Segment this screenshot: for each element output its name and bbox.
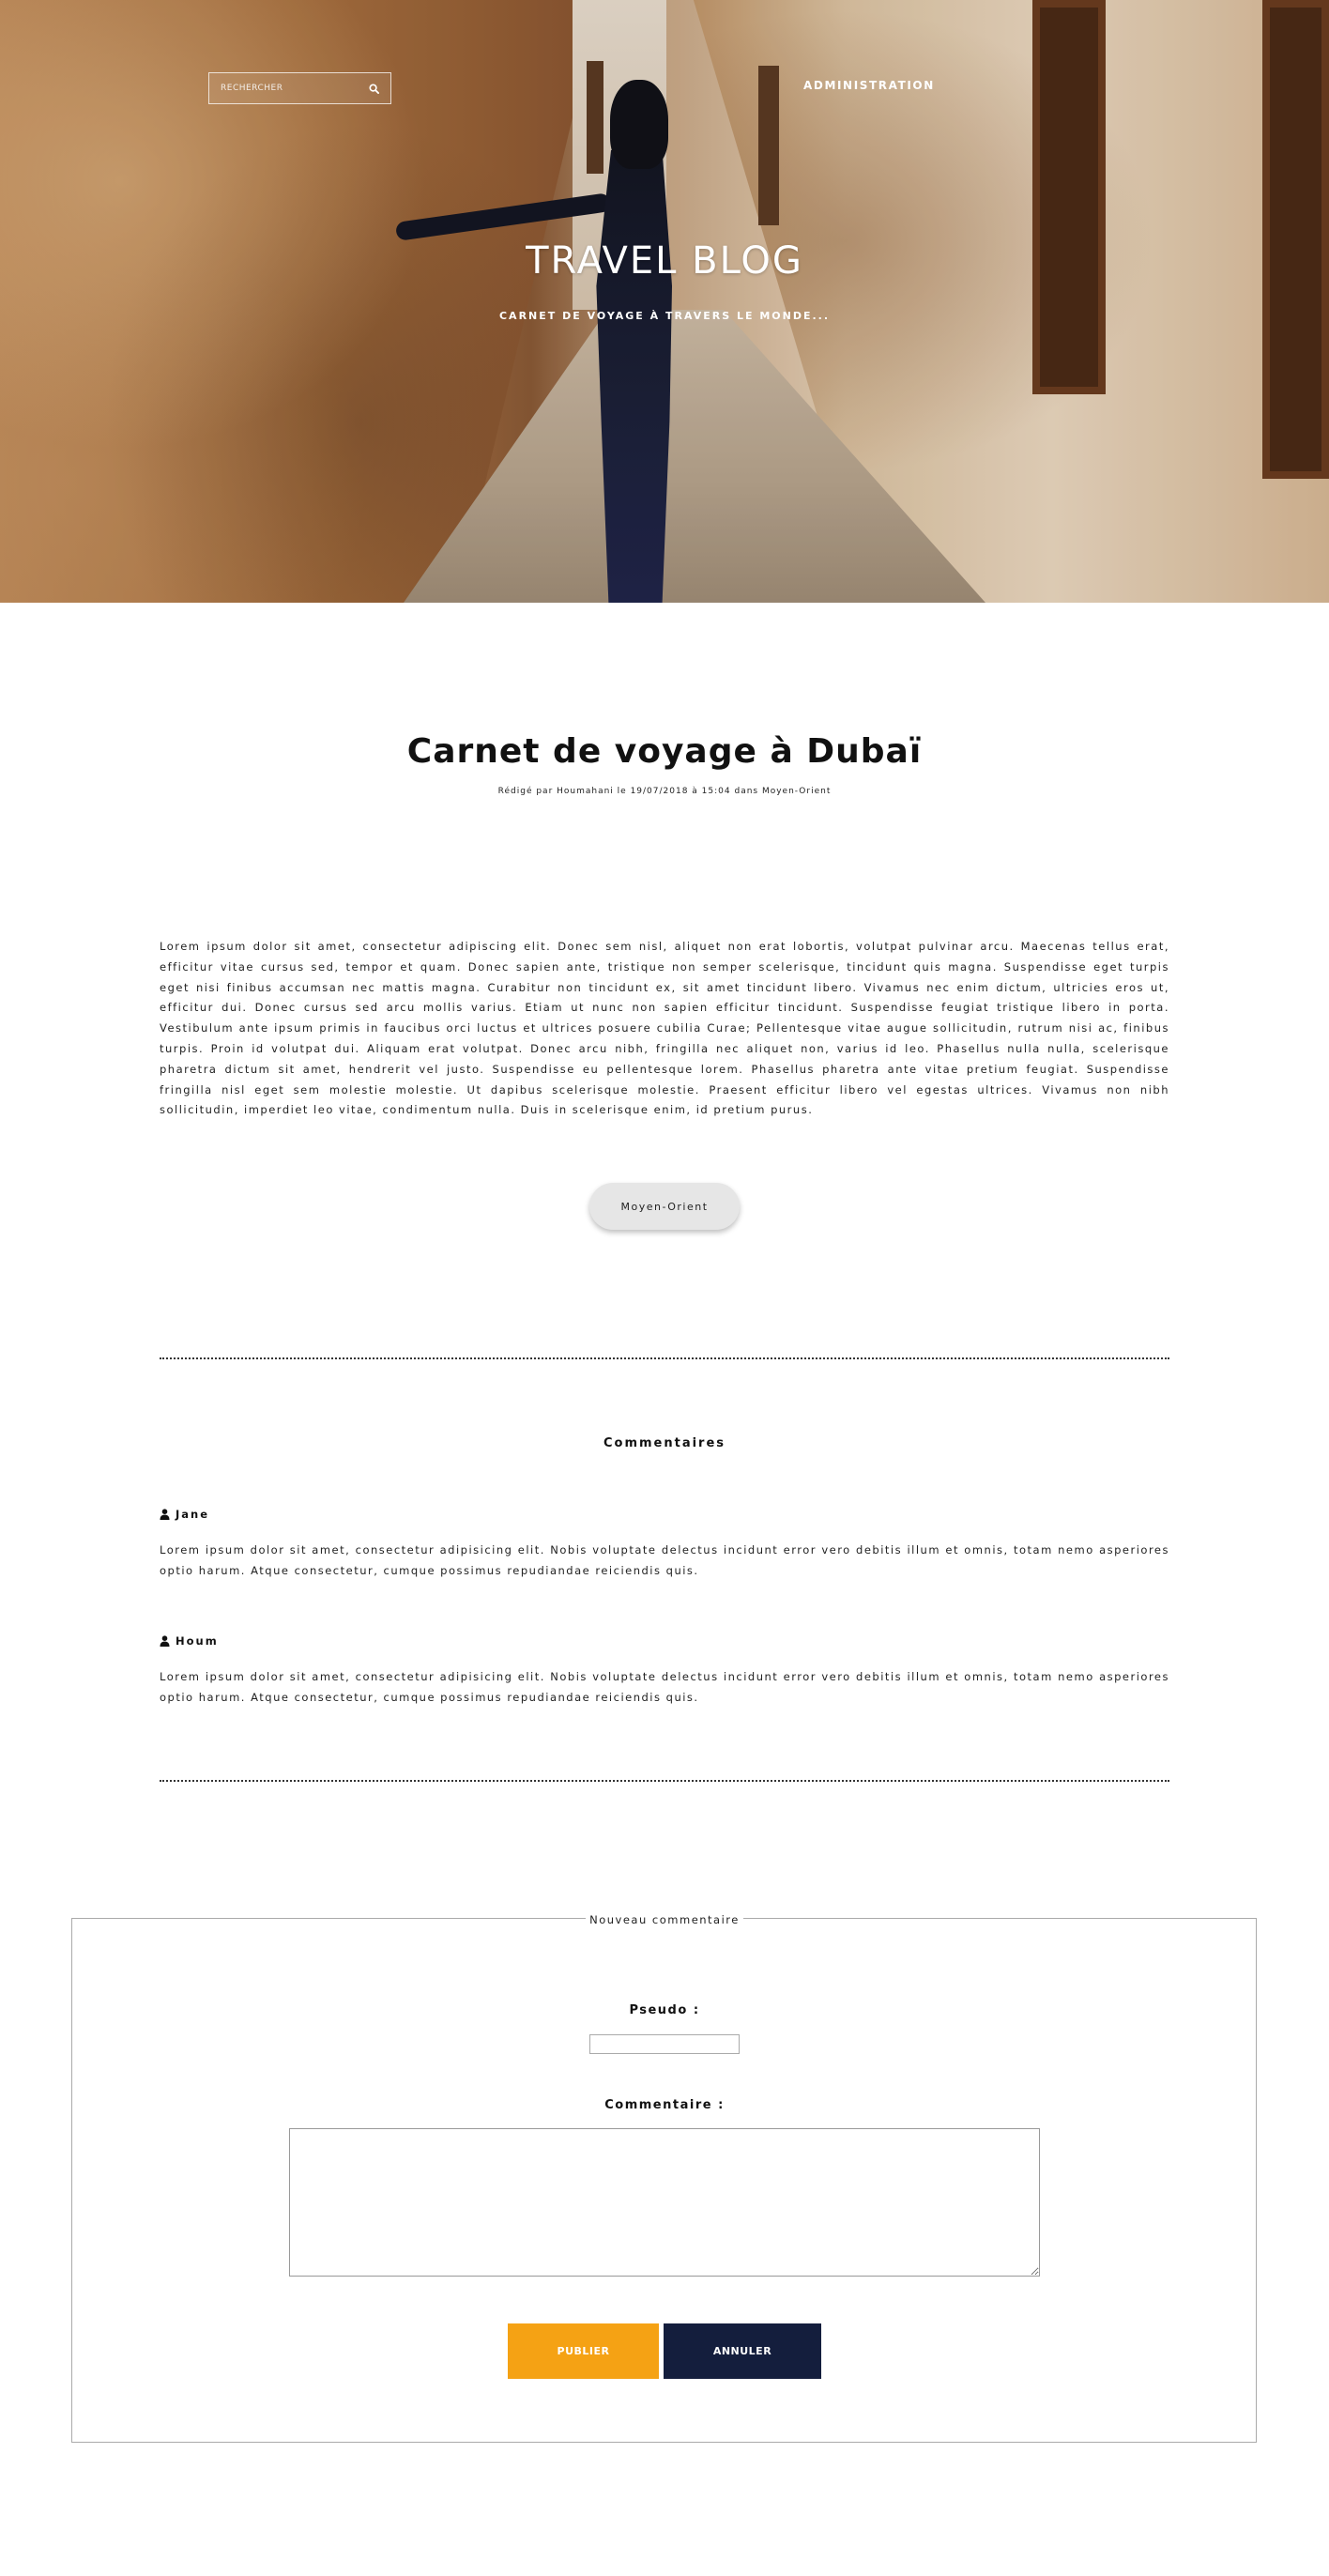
cancel-button[interactable]: ANNULER <box>664 2323 821 2379</box>
publish-button[interactable]: PUBLIER <box>508 2323 659 2379</box>
new-comment-legend-text: Nouveau commentaire <box>586 1913 743 1926</box>
search-form <box>208 72 391 104</box>
comments-heading: Commentaires <box>603 1436 726 1450</box>
search-icon <box>368 83 379 94</box>
comment-text: Lorem ipsum dolor sit amet, consectetur … <box>160 1670 1169 1704</box>
user-icon <box>160 1635 170 1647</box>
comment-item: Jane Lorem ipsum dolor sit amet, consect… <box>160 1507 1169 1582</box>
pseudo-label: Pseudo : <box>629 2003 700 2017</box>
comment-item: Houm Lorem ipsum dolor sit amet, consect… <box>160 1633 1169 1709</box>
hero-banner <box>0 0 1329 603</box>
user-icon <box>160 1509 170 1520</box>
blog-subtitle: CARNET DE VOYAGE À TRAVERS LE MONDE... <box>498 310 831 322</box>
section-divider <box>160 1357 1169 1359</box>
pseudo-input[interactable] <box>589 2034 740 2054</box>
hero-overlay <box>0 0 1329 603</box>
comment-text: Lorem ipsum dolor sit amet, consectetur … <box>160 1543 1169 1577</box>
comment-author: Jane <box>160 1507 1169 1522</box>
nav-administration-link[interactable]: ADMINISTRATION <box>803 79 935 92</box>
article-title: Carnet de voyage à Dubaï <box>406 732 923 771</box>
comment-author-name: Jane <box>176 1508 210 1521</box>
article-body: Lorem ipsum dolor sit amet, consectetur … <box>160 940 1169 1117</box>
search-input[interactable] <box>209 73 357 103</box>
comment-author: Houm <box>160 1633 1169 1648</box>
new-comment-legend: Nouveau commentaire <box>0 1909 1329 1926</box>
blog-title: TRAVEL BLOG <box>526 239 803 283</box>
search-button[interactable] <box>357 73 390 103</box>
section-divider <box>160 1780 1169 1782</box>
comment-author-name: Houm <box>176 1634 219 1648</box>
category-tag-button[interactable]: Moyen-Orient <box>589 1183 740 1230</box>
comment-textarea[interactable] <box>289 2128 1040 2277</box>
comment-label: Commentaire : <box>604 2098 725 2112</box>
article-meta: Rédigé par Houmahani le 19/07/2018 à 15:… <box>497 787 832 796</box>
